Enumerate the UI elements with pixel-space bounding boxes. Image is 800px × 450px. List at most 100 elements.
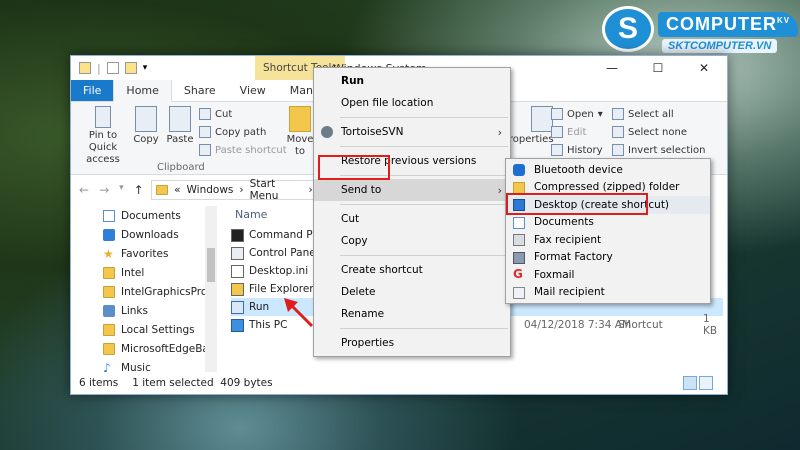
column-header-name[interactable]: Name [235, 208, 267, 221]
up-arrow-icon[interactable]: ↑ [134, 183, 144, 197]
new-folder-icon[interactable] [124, 62, 137, 74]
close-button[interactable]: ✕ [681, 56, 727, 80]
submenu-arrow-icon: › [497, 125, 502, 139]
invert-selection-icon [612, 144, 624, 156]
recent-dropdown-icon[interactable]: ▾ [119, 183, 124, 197]
copy-path-button[interactable]: Copy path [199, 126, 266, 138]
menu-item-run[interactable]: Run [314, 70, 510, 92]
file-explorer-icon [231, 282, 244, 296]
copy-button[interactable]: Copy [131, 106, 161, 146]
minimize-button[interactable]: — [589, 56, 635, 80]
file-type: Shortcut [618, 319, 663, 331]
links-icon [103, 304, 115, 317]
menu-item-delete[interactable]: Delete [314, 281, 510, 303]
history-button[interactable]: History [551, 144, 603, 156]
menu-item-copy[interactable]: Copy [314, 230, 510, 252]
documents-icon [103, 209, 115, 222]
menu-item-rename[interactable]: Rename [314, 303, 510, 325]
send-to-mail-recipient[interactable]: Mail recipient [506, 284, 710, 302]
clipboard-group-label: Clipboard [157, 162, 205, 173]
menu-item-properties[interactable]: Properties [314, 332, 510, 354]
tab-share[interactable]: Share [172, 80, 228, 101]
bluetooth-icon [513, 164, 525, 176]
sidebar-item-favorites[interactable]: ★ Favorites [71, 244, 216, 263]
tab-file[interactable]: File [71, 79, 114, 101]
send-to-bluetooth-device[interactable]: Bluetooth device [506, 161, 710, 179]
copy-path-icon [199, 126, 211, 138]
sidebar-item-intel[interactable]: Intel [71, 263, 216, 282]
sktcomputer-logo: S COMPUTERKV SKTCOMPUTER.VN [602, 6, 799, 58]
cut-button[interactable]: Cut [199, 108, 232, 120]
pin-icon [95, 106, 111, 128]
paste-button[interactable]: Paste [165, 106, 195, 146]
red-arrow-annotation [284, 298, 314, 328]
folder-icon [103, 285, 115, 298]
run-icon [231, 300, 244, 314]
status-bar: 6 items 1 item selected 409 bytes [71, 372, 727, 394]
sidebar-item-microsoftedgebackup[interactable]: MicrosoftEdgeBacku [71, 339, 216, 358]
quick-access-toolbar: | ▾ [79, 62, 147, 75]
this-pc-icon [231, 318, 244, 332]
sidebar-item-documents[interactable]: Documents [71, 206, 216, 225]
downloads-icon [103, 228, 115, 241]
open-icon [551, 108, 563, 120]
select-all-button[interactable]: Select all [612, 108, 674, 120]
pin-to-quick-access-button[interactable]: Pin to Quick access [75, 106, 131, 166]
maximize-button[interactable]: ☐ [635, 56, 681, 80]
send-to-submenu: Bluetooth device Compressed (zipped) fol… [505, 158, 711, 304]
send-to-format-factory[interactable]: Format Factory [506, 249, 710, 267]
large-icons-view-icon[interactable] [699, 376, 713, 390]
paste-icon [169, 106, 191, 132]
command-prompt-icon [231, 228, 244, 242]
send-to-fax-recipient[interactable]: Fax recipient [506, 231, 710, 249]
address-bar[interactable]: « Windows › Start Menu › P [151, 178, 326, 202]
sidebar-item-intelgraphicsprofiles[interactable]: IntelGraphicsProfiles [71, 282, 216, 301]
documents-icon [513, 216, 525, 229]
invert-selection-button[interactable]: Invert selection [612, 144, 706, 156]
edit-icon [551, 126, 563, 138]
folder-icon [156, 185, 169, 195]
highlight-box-send-to [318, 155, 390, 180]
edit-button[interactable]: Edit [551, 126, 586, 138]
menu-item-cut[interactable]: Cut [314, 208, 510, 230]
breadcrumb-start-menu[interactable]: Start Menu [250, 178, 303, 202]
move-to-icon [289, 106, 311, 132]
breadcrumb-windows[interactable]: Windows [187, 184, 234, 196]
folder-icon[interactable] [79, 62, 91, 74]
submenu-arrow-icon: › [497, 183, 502, 197]
properties-check-icon[interactable] [106, 62, 119, 74]
scrollbar-thumb[interactable] [207, 248, 215, 282]
menu-item-create-shortcut[interactable]: Create shortcut [314, 259, 510, 281]
back-arrow-icon[interactable]: ← [79, 183, 89, 197]
format-factory-icon [513, 251, 525, 264]
ini-file-icon [231, 264, 244, 278]
paste-shortcut-icon [199, 144, 211, 156]
menu-item-tortoisesvn[interactable]: TortoiseSVN › [314, 121, 510, 143]
sidebar-item-links[interactable]: Links [71, 301, 216, 320]
menu-separator [340, 255, 508, 256]
menu-separator [340, 117, 508, 118]
select-none-button[interactable]: Select none [612, 126, 687, 138]
breadcrumb-overflow[interactable]: « [174, 184, 180, 196]
tab-view[interactable]: View [228, 80, 278, 101]
send-to-foxmail[interactable]: G Foxmail [506, 266, 710, 284]
status-item-count: 6 items [79, 377, 119, 389]
logo-url: SKTCOMPUTER.VN [662, 39, 778, 53]
sidebar-item-local-settings[interactable]: Local Settings [71, 320, 216, 339]
move-to-button[interactable]: Move to [285, 106, 315, 158]
details-view-icon[interactable] [683, 376, 697, 390]
control-panel-icon [231, 246, 244, 260]
paste-shortcut-button[interactable]: Paste shortcut [199, 144, 287, 156]
tortoisesvn-icon [321, 126, 333, 138]
menu-item-send-to[interactable]: Send to › [314, 179, 510, 201]
zip-folder-icon [513, 181, 525, 194]
menu-item-open-file-location[interactable]: Open file location [314, 92, 510, 114]
open-button[interactable]: Open ▾ [551, 108, 603, 120]
favorites-icon: ★ [103, 246, 114, 261]
tab-home[interactable]: Home [113, 79, 172, 102]
sidebar-scrollbar[interactable] [205, 206, 217, 376]
forward-arrow-icon[interactable]: → [99, 183, 109, 197]
qat-dropdown-icon[interactable]: ▾ [143, 63, 148, 73]
sidebar-item-downloads[interactable]: Downloads [71, 225, 216, 244]
send-to-documents[interactable]: Documents [506, 214, 710, 232]
